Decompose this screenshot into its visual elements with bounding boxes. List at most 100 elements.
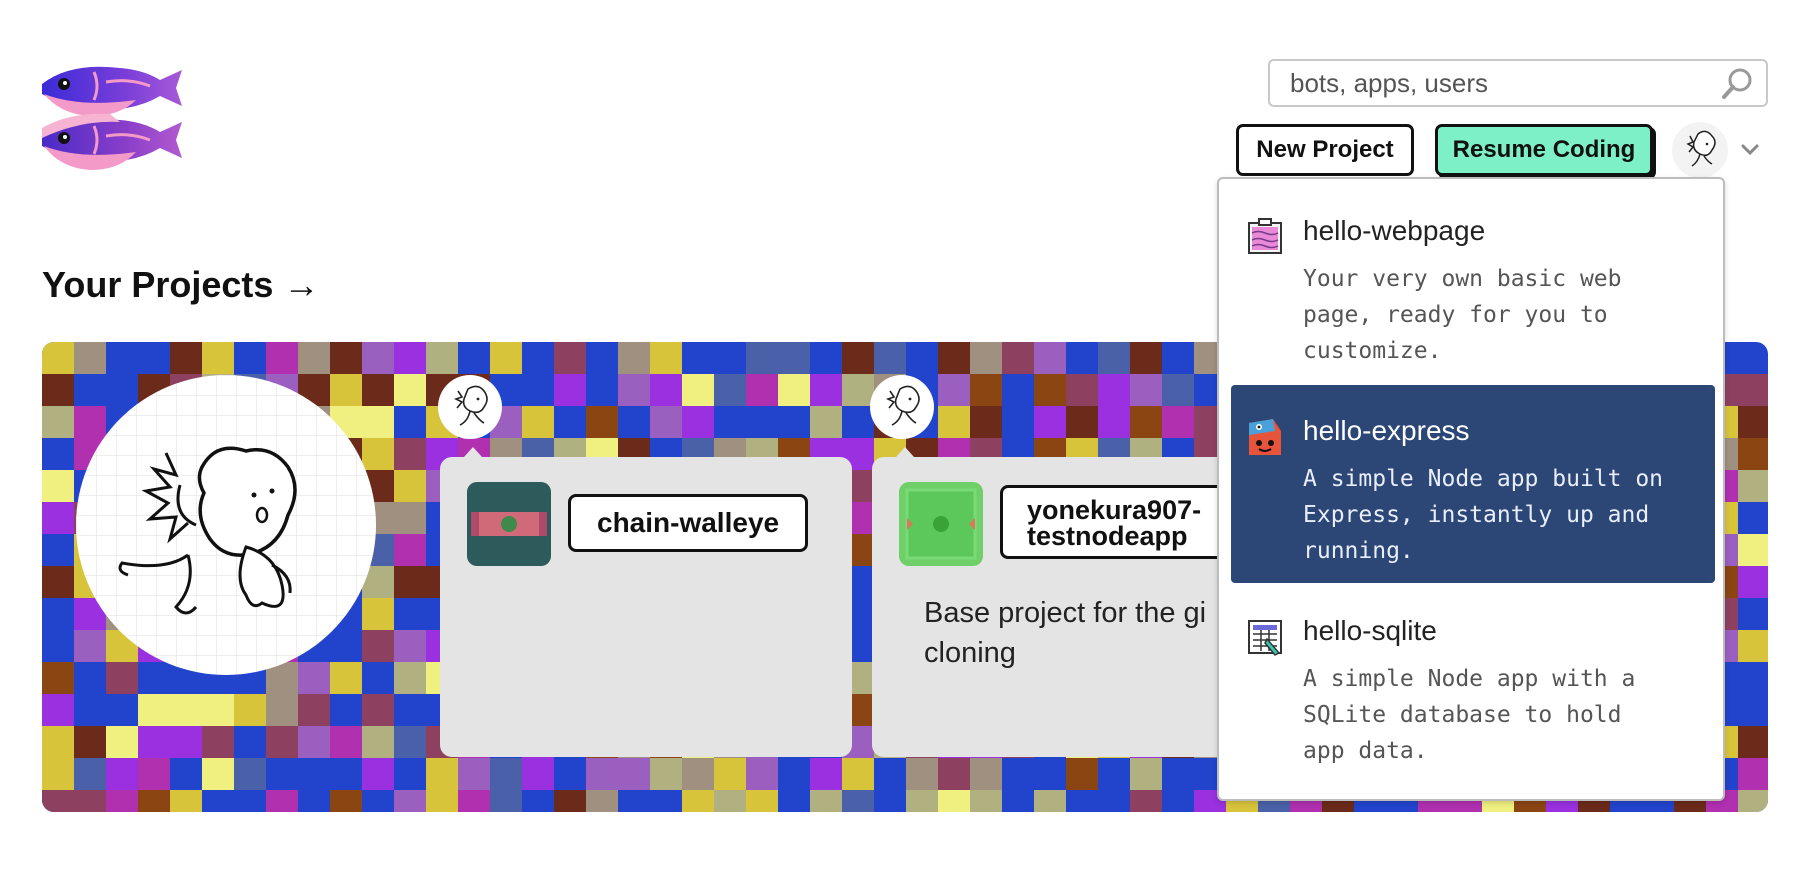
menu-item-name: hello-sqlite — [1303, 615, 1437, 646]
search-icon[interactable] — [1718, 63, 1758, 103]
project-description-line: Base project for the gi — [924, 597, 1207, 629]
pixel-tile — [106, 662, 138, 694]
pixel-tile — [842, 790, 874, 812]
pixel-tile — [746, 342, 778, 374]
pixel-tile — [1130, 342, 1162, 374]
pixel-tile — [970, 790, 1002, 812]
menu-item-hello-express[interactable]: hello-express A simple Node app built on… — [1231, 385, 1715, 583]
chevron-down-icon[interactable] — [1738, 138, 1762, 162]
pixel-tile — [106, 726, 138, 758]
pixel-tile — [554, 790, 586, 812]
pixel-tile — [42, 406, 74, 438]
express-icon — [1249, 419, 1281, 455]
pixel-tile — [1066, 374, 1098, 406]
pixel-tile — [1034, 374, 1066, 406]
pixel-tile — [938, 374, 970, 406]
pixel-tile — [170, 342, 202, 374]
project-name[interactable]: yonekura907- testnodeapp — [1000, 485, 1240, 559]
user-avatar-icon — [885, 385, 920, 426]
pixel-tile — [810, 790, 842, 812]
pixel-tile — [1130, 374, 1162, 406]
pixel-tile — [1130, 790, 1162, 812]
pixel-tile — [42, 790, 74, 812]
pixel-tile — [970, 342, 1002, 374]
pixel-tile — [650, 758, 682, 790]
pixel-tile — [682, 790, 714, 812]
pixel-tile — [1738, 758, 1768, 790]
pixel-tile — [618, 342, 650, 374]
menu-item-description-line: Your very own basic web — [1303, 266, 1622, 292]
project-avatar-icon[interactable] — [467, 482, 551, 566]
pixel-tile — [202, 694, 234, 726]
menu-item-hello-webpage[interactable]: hello-webpage Your very own basic web pa… — [1231, 185, 1715, 383]
new-project-button[interactable]: New Project — [1236, 124, 1414, 176]
pixel-tile — [42, 470, 74, 502]
pixel-tile — [1738, 374, 1768, 406]
pixel-tile — [362, 694, 394, 726]
pixel-tile — [778, 374, 810, 406]
pixel-tile — [714, 758, 746, 790]
pixel-tile — [106, 758, 138, 790]
project-user-avatar[interactable] — [870, 375, 934, 439]
search-input[interactable] — [1270, 61, 1718, 105]
pixel-tile — [394, 470, 426, 502]
pixel-tile — [266, 342, 298, 374]
pixel-tile — [842, 374, 874, 406]
menu-item-hello-sqlite[interactable]: hello-sqlite A simple Node app with a SQ… — [1231, 585, 1715, 783]
pixel-tile — [362, 406, 394, 438]
pixel-tile — [1738, 470, 1768, 502]
pixel-tile — [266, 726, 298, 758]
pixel-tile — [298, 662, 330, 694]
pixel-tile — [1738, 438, 1768, 470]
pixel-tile — [682, 758, 714, 790]
pixel-tile — [1738, 534, 1768, 566]
pixel-tile — [586, 406, 618, 438]
pixel-tile — [298, 694, 330, 726]
pixel-tile — [458, 790, 490, 812]
pixel-tile — [1738, 726, 1768, 758]
pixel-tile — [1098, 406, 1130, 438]
pixel-tile — [810, 374, 842, 406]
pixel-tile — [394, 790, 426, 812]
pixel-tile — [394, 630, 426, 662]
menu-item-description-line: running. — [1303, 538, 1414, 564]
pixel-tile — [1098, 342, 1130, 374]
project-name-line: testnodeapp — [1027, 521, 1188, 551]
pixel-tile — [1066, 406, 1098, 438]
pixel-tile — [938, 342, 970, 374]
menu-item-description-line: customize. — [1303, 338, 1442, 364]
project-user-avatar[interactable] — [438, 375, 502, 439]
project-card[interactable]: chain-walleye — [438, 375, 852, 757]
avatar-pointer — [896, 447, 914, 457]
pixel-tile — [490, 790, 522, 812]
user-avatar[interactable] — [1672, 122, 1728, 178]
project-avatar-icon[interactable] — [899, 482, 983, 566]
pixel-tile — [1162, 406, 1194, 438]
pixel-tile — [778, 342, 810, 374]
pixel-tile — [714, 790, 746, 812]
pixel-tile — [138, 726, 170, 758]
pixel-tile — [1066, 758, 1098, 790]
pixel-tile — [1034, 790, 1066, 812]
resume-coding-button[interactable]: Resume Coding — [1435, 124, 1653, 176]
pixel-tile — [874, 342, 906, 374]
pixel-tile — [170, 694, 202, 726]
project-name[interactable]: chain-walleye — [568, 494, 809, 552]
pixel-tile — [362, 758, 394, 790]
pixel-tile — [1738, 630, 1768, 662]
pixel-tile — [650, 406, 682, 438]
pixel-tile — [1738, 406, 1768, 438]
search-box[interactable] — [1268, 59, 1768, 107]
pixel-tile — [202, 726, 234, 758]
pixel-tile — [42, 342, 74, 374]
pixel-tile — [906, 758, 938, 790]
pixel-tile — [394, 662, 426, 694]
sqlite-icon — [1248, 620, 1282, 656]
user-hero-avatar[interactable] — [76, 375, 376, 675]
pixel-tile — [394, 342, 426, 374]
pixel-tile — [1738, 566, 1768, 598]
pixel-tile — [362, 630, 394, 662]
glitch-fish-logo-icon[interactable] — [40, 58, 186, 176]
pixel-tile — [42, 662, 74, 694]
your-projects-heading[interactable]: Your Projects → — [42, 264, 319, 306]
